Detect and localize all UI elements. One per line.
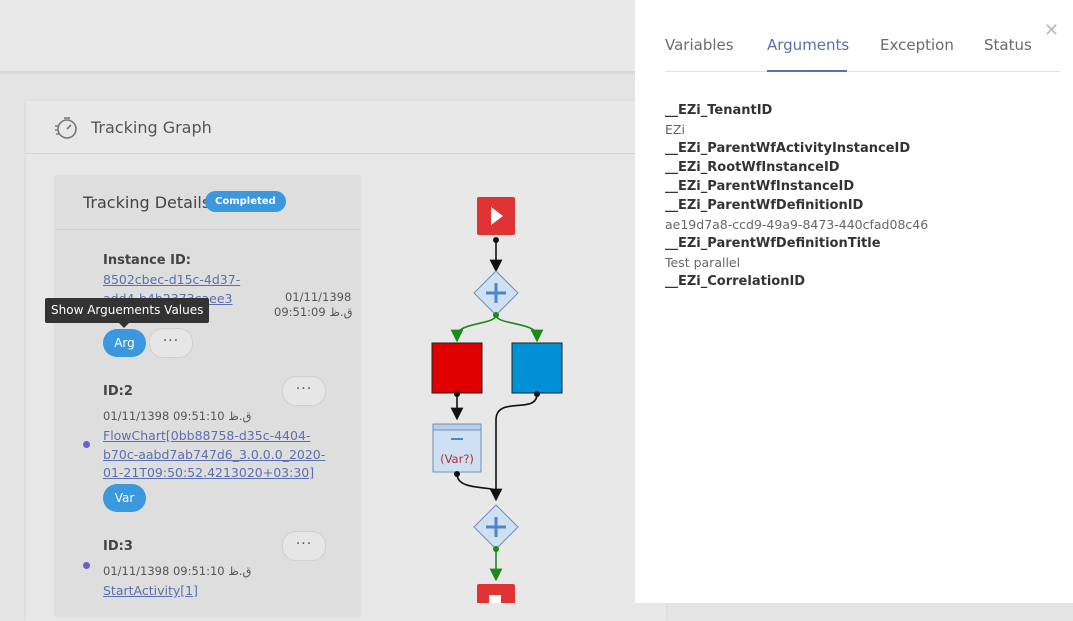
item-datetime: 01/11/1398 09:51:10 ق.ظ [103, 564, 252, 578]
flowchart-link-line2[interactable]: b70c-aabd7ab747d6_3.0.0.0_2020- [103, 446, 325, 465]
argument-key: __EZi_ParentWfActivityInstanceID [665, 141, 911, 156]
end-node[interactable] [477, 584, 515, 603]
tab-exception[interactable]: Exception [880, 36, 954, 54]
more-options-button[interactable]: ··· [149, 328, 193, 358]
argument-key: __EZi_ParentWfInstanceID [665, 179, 855, 194]
argument-key: __EZi_ParentWfDefinitionTitle [665, 236, 881, 251]
arguments-drawer [635, 0, 1073, 603]
item-id: ID:2 [103, 384, 133, 399]
instance-id-link-line1[interactable]: 8502cbec-d15c-4d37- [103, 271, 240, 290]
item-id: ID:3 [103, 539, 133, 554]
argument-key: __EZi_ParentWfDefinitionID [665, 198, 864, 213]
tooltip: Show Arguements Values [45, 298, 210, 323]
tabs-divider [665, 71, 1060, 72]
tracking-details-title: Tracking Details [83, 193, 211, 212]
variable-node-label: (Var?) [440, 452, 474, 466]
instance-id-label: Instance ID: [103, 253, 191, 268]
tooltip-arrow [119, 323, 129, 328]
argument-value: EZi [665, 122, 685, 137]
red-activity-node[interactable] [431, 342, 483, 394]
tab-variables[interactable]: Variables [665, 36, 734, 54]
argument-key: __EZi_CorrelationID [665, 274, 806, 289]
timeline-dot [83, 562, 90, 569]
argument-value: ae19d7a8-ccd9-49a9-8473-440cfad08c46 [665, 217, 929, 232]
start-node[interactable] [477, 197, 515, 235]
tab-arguments[interactable]: Arguments [767, 36, 849, 54]
blue-activity-node[interactable] [511, 342, 563, 394]
instance-time: 09:51:09 ق.ظ [274, 305, 353, 319]
close-icon[interactable]: ✕ [1044, 20, 1059, 41]
parallel-join-node[interactable] [473, 504, 519, 550]
flowchart-link-line3[interactable]: 01-21T09:50:52.4213020+03:30] [103, 464, 314, 483]
argument-key: __EZi_TenantID [665, 103, 773, 118]
argument-value: Test parallel [665, 255, 741, 270]
tab-status[interactable]: Status [984, 36, 1032, 54]
divider [55, 229, 360, 230]
variable-node[interactable]: (Var?) [432, 423, 482, 473]
start-activity-link[interactable]: StartActivity[1] [103, 582, 198, 601]
active-tab-indicator [767, 70, 847, 72]
item-datetime: 01/11/1398 09:51:10 ق.ظ [103, 409, 252, 423]
status-badge: Completed [205, 191, 286, 212]
timeline-dot [83, 441, 90, 448]
instance-date: 01/11/1398 [285, 290, 352, 304]
flowchart-link-line1[interactable]: FlowChart[0bb88758-d35c-4404- [103, 427, 310, 446]
var-button[interactable]: Var [103, 484, 146, 512]
arg-button[interactable]: Arg [103, 329, 146, 357]
more-options-button[interactable]: ··· [282, 531, 326, 561]
parallel-split-node[interactable] [473, 270, 519, 316]
more-options-button[interactable]: ··· [282, 376, 326, 406]
argument-key: __EZi_RootWfInstanceID [665, 160, 840, 175]
